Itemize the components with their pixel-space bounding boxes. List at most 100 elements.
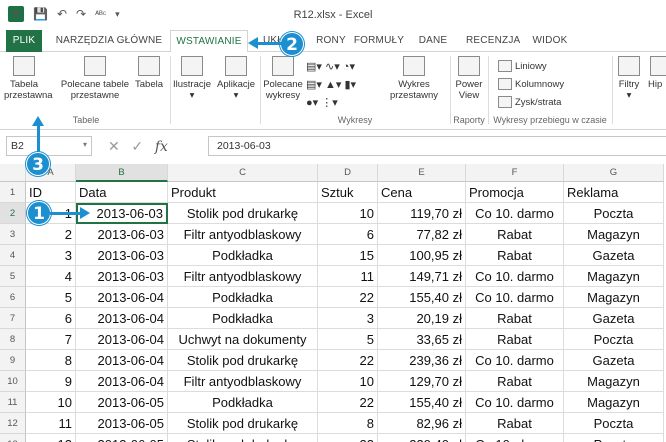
header-cell[interactable]: ID: [26, 182, 76, 203]
table-cell[interactable]: 155,40 zł: [378, 287, 466, 308]
table-cell[interactable]: 7: [26, 329, 76, 350]
table-cell[interactable]: Magazyn: [564, 224, 664, 245]
hiperlacze-button[interactable]: Hip: [648, 56, 666, 90]
table-cell[interactable]: 20,19 zł: [378, 308, 466, 329]
tab-wstawianie[interactable]: WSTAWIANIE: [170, 30, 248, 53]
row-header[interactable]: 4: [0, 245, 26, 266]
table-cell[interactable]: Poczta: [564, 329, 664, 350]
table-cell[interactable]: 6: [318, 224, 378, 245]
table-cell[interactable]: 2: [26, 224, 76, 245]
row-header[interactable]: 12: [0, 413, 26, 434]
table-cell[interactable]: Gazeta: [564, 245, 664, 266]
table-cell[interactable]: 10: [26, 392, 76, 413]
table-cell[interactable]: 10: [318, 203, 378, 224]
header-cell[interactable]: Cena: [378, 182, 466, 203]
table-cell[interactable]: 149,71 zł: [378, 266, 466, 287]
table-cell[interactable]: Magazyn: [564, 371, 664, 392]
header-cell[interactable]: Promocja: [466, 182, 564, 203]
table-cell[interactable]: Podkładka: [168, 308, 318, 329]
row-header[interactable]: 10: [0, 371, 26, 392]
table-cell[interactable]: 5: [26, 287, 76, 308]
table-cell[interactable]: 4: [26, 266, 76, 287]
row-header[interactable]: 7: [0, 308, 26, 329]
table-cell[interactable]: Co 10. darmo: [466, 350, 564, 371]
table-cell[interactable]: Podkładka: [168, 245, 318, 266]
tab-plik[interactable]: PLIK: [6, 30, 42, 52]
table-cell[interactable]: 22: [318, 392, 378, 413]
table-cell[interactable]: Rabat: [466, 224, 564, 245]
table-cell[interactable]: 129,70 zł: [378, 371, 466, 392]
bar-chart-icon[interactable]: ▤▾: [306, 79, 322, 91]
table-cell[interactable]: 11: [26, 413, 76, 434]
row-header[interactable]: 2: [0, 203, 26, 224]
aplikacje-button[interactable]: Aplikacje ▾: [214, 56, 258, 101]
table-cell[interactable]: Rabat: [466, 329, 564, 350]
table-cell[interactable]: Filtr antyodblaskowy: [168, 266, 318, 287]
tab-narzedzia-glowne[interactable]: NARZĘDZIA GŁÓWNE: [54, 30, 164, 52]
table-cell[interactable]: 8: [26, 350, 76, 371]
table-cell[interactable]: Stolik pod drukarkę: [168, 203, 318, 224]
tab-widok[interactable]: WIDOK: [530, 30, 570, 52]
table-cell[interactable]: 2013-06-05: [76, 434, 168, 442]
column-header-b[interactable]: B: [76, 164, 168, 182]
table-cell[interactable]: 100,95 zł: [378, 245, 466, 266]
table-cell[interactable]: 77,82 zł: [378, 224, 466, 245]
column-header-f[interactable]: F: [466, 164, 564, 182]
tab-recenzja[interactable]: RECENZJA: [466, 30, 520, 52]
select-all-corner[interactable]: [0, 164, 26, 182]
row-header[interactable]: 1: [0, 182, 26, 203]
table-cell[interactable]: 2013-06-04: [76, 371, 168, 392]
table-cell[interactable]: 22: [318, 434, 378, 442]
liniowy-button[interactable]: Liniowy: [498, 58, 590, 76]
enter-icon[interactable]: ✓: [131, 138, 143, 154]
pie-chart-icon[interactable]: ◔▾: [343, 61, 355, 73]
column-header-g[interactable]: G: [564, 164, 664, 182]
table-cell[interactable]: Magazyn: [564, 287, 664, 308]
table-cell[interactable]: Poczta: [564, 413, 664, 434]
table-cell[interactable]: 2013-06-04: [76, 308, 168, 329]
row-header[interactable]: 11: [0, 392, 26, 413]
table-cell[interactable]: 2013-06-05: [76, 413, 168, 434]
table-cell[interactable]: 33,65 zł: [378, 329, 466, 350]
table-cell[interactable]: Rabat: [466, 308, 564, 329]
tabela-button[interactable]: Tabela: [132, 56, 166, 90]
table-cell[interactable]: Rabat: [466, 413, 564, 434]
table-cell[interactable]: 2013-06-04: [76, 287, 168, 308]
name-box-dropdown-icon[interactable]: ▾: [83, 140, 87, 149]
table-cell[interactable]: 6: [26, 308, 76, 329]
table-cell[interactable]: 155,40 zł: [378, 392, 466, 413]
column-header-d[interactable]: D: [318, 164, 378, 182]
table-cell[interactable]: 22: [318, 350, 378, 371]
column-header-c[interactable]: C: [168, 164, 318, 182]
table-cell[interactable]: 3: [318, 308, 378, 329]
area-chart-icon[interactable]: ▲▾: [325, 79, 341, 91]
tab-dane[interactable]: DANE: [416, 30, 450, 52]
insert-function-icon[interactable]: fx: [155, 139, 168, 155]
row-header[interactable]: 6: [0, 287, 26, 308]
tab-uklad-strony-b[interactable]: RONY: [316, 30, 346, 52]
table-cell[interactable]: Magazyn: [564, 392, 664, 413]
table-cell[interactable]: Filtr antyodblaskowy: [168, 371, 318, 392]
table-cell[interactable]: Gazeta: [564, 350, 664, 371]
table-cell[interactable]: Filtr antyodblaskowy: [168, 224, 318, 245]
header-cell[interactable]: Sztuk: [318, 182, 378, 203]
power-view-button[interactable]: Power View: [452, 56, 486, 101]
table-cell[interactable]: 22: [318, 287, 378, 308]
table-cell[interactable]: Gazeta: [564, 308, 664, 329]
header-cell[interactable]: Reklama: [564, 182, 664, 203]
table-cell[interactable]: Magazyn: [564, 266, 664, 287]
cancel-icon[interactable]: ✕: [108, 138, 120, 154]
line-chart-icon[interactable]: ∿▾: [325, 61, 340, 73]
polecane-tabele-przestawne-button[interactable]: Polecane tabele przestawne: [58, 56, 132, 101]
zysk-strata-button[interactable]: Zysk/strata: [498, 94, 590, 112]
wykres-przestawny-button[interactable]: Wykres przestawny: [384, 56, 444, 101]
row-header[interactable]: 9: [0, 350, 26, 371]
column-header-e[interactable]: E: [378, 164, 466, 182]
table-cell[interactable]: Rabat: [466, 371, 564, 392]
tabela-przestawna-button[interactable]: Tabela przestawna: [4, 56, 53, 101]
table-cell[interactable]: 2013-06-03: [76, 266, 168, 287]
table-cell[interactable]: 2013-06-03: [76, 245, 168, 266]
column-chart-icon[interactable]: ▤▾: [306, 61, 322, 73]
worksheet-grid[interactable]: A B C D E F G 1 ID Data Produkt Sztuk Cena Promocja Re…: [0, 164, 666, 442]
name-box[interactable]: B2 ▾: [6, 136, 92, 156]
